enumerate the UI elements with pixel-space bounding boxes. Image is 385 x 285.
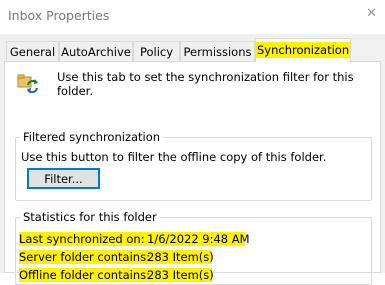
properties-dialog: General AutoArchive Policy Permissions S… [0,34,385,285]
tab-general[interactable]: General [6,41,59,61]
server-count-value: 283 Item(s) [147,250,214,264]
filter-description: Use this button to filter the offline co… [21,150,327,164]
tab-policy[interactable]: Policy [133,41,180,61]
server-count-label: Server folder contains: [19,250,150,264]
filtered-sync-legend: Filtered synchronization [20,130,164,144]
intro-text: Use this tab to set the synchronization … [57,70,354,98]
close-icon[interactable]: ✕ [366,6,377,21]
filtered-sync-group: Filtered synchronization Use this button… [15,130,372,201]
title-bar: Inbox Properties ✕ [0,0,385,34]
tab-permissions[interactable]: Permissions [180,41,255,61]
sync-folder-icon [17,74,38,94]
tab-synchronization[interactable]: Synchronization [255,38,351,62]
last-synchronized-value: 1/6/2022 9:48 AM [147,232,250,246]
statistics-legend: Statistics for this folder [20,210,160,224]
offline-count-value: 283 Item(s) [147,268,214,282]
statistics-group: Statistics for this folder Last synchron… [15,210,372,285]
offline-count-row: Offline folder contains:283 Item(s) [19,268,214,282]
last-synchronized-label: Last synchronized on: [19,232,145,246]
filter-button[interactable]: Filter... [27,168,100,189]
last-synchronized-row: Last synchronized on: 1/6/2022 9:48 AM [19,232,250,246]
offline-count-label: Offline folder contains: [19,268,150,282]
synchronization-panel: Use this tab to set the synchronization … [4,61,381,285]
server-count-row: Server folder contains:283 Item(s) [19,250,214,264]
window-title: Inbox Properties [8,8,110,23]
tab-synchronization-label: Synchronization [256,42,351,58]
tab-strip: General AutoArchive Policy Permissions S… [4,38,385,62]
tab-autoarchive[interactable]: AutoArchive [59,41,133,61]
